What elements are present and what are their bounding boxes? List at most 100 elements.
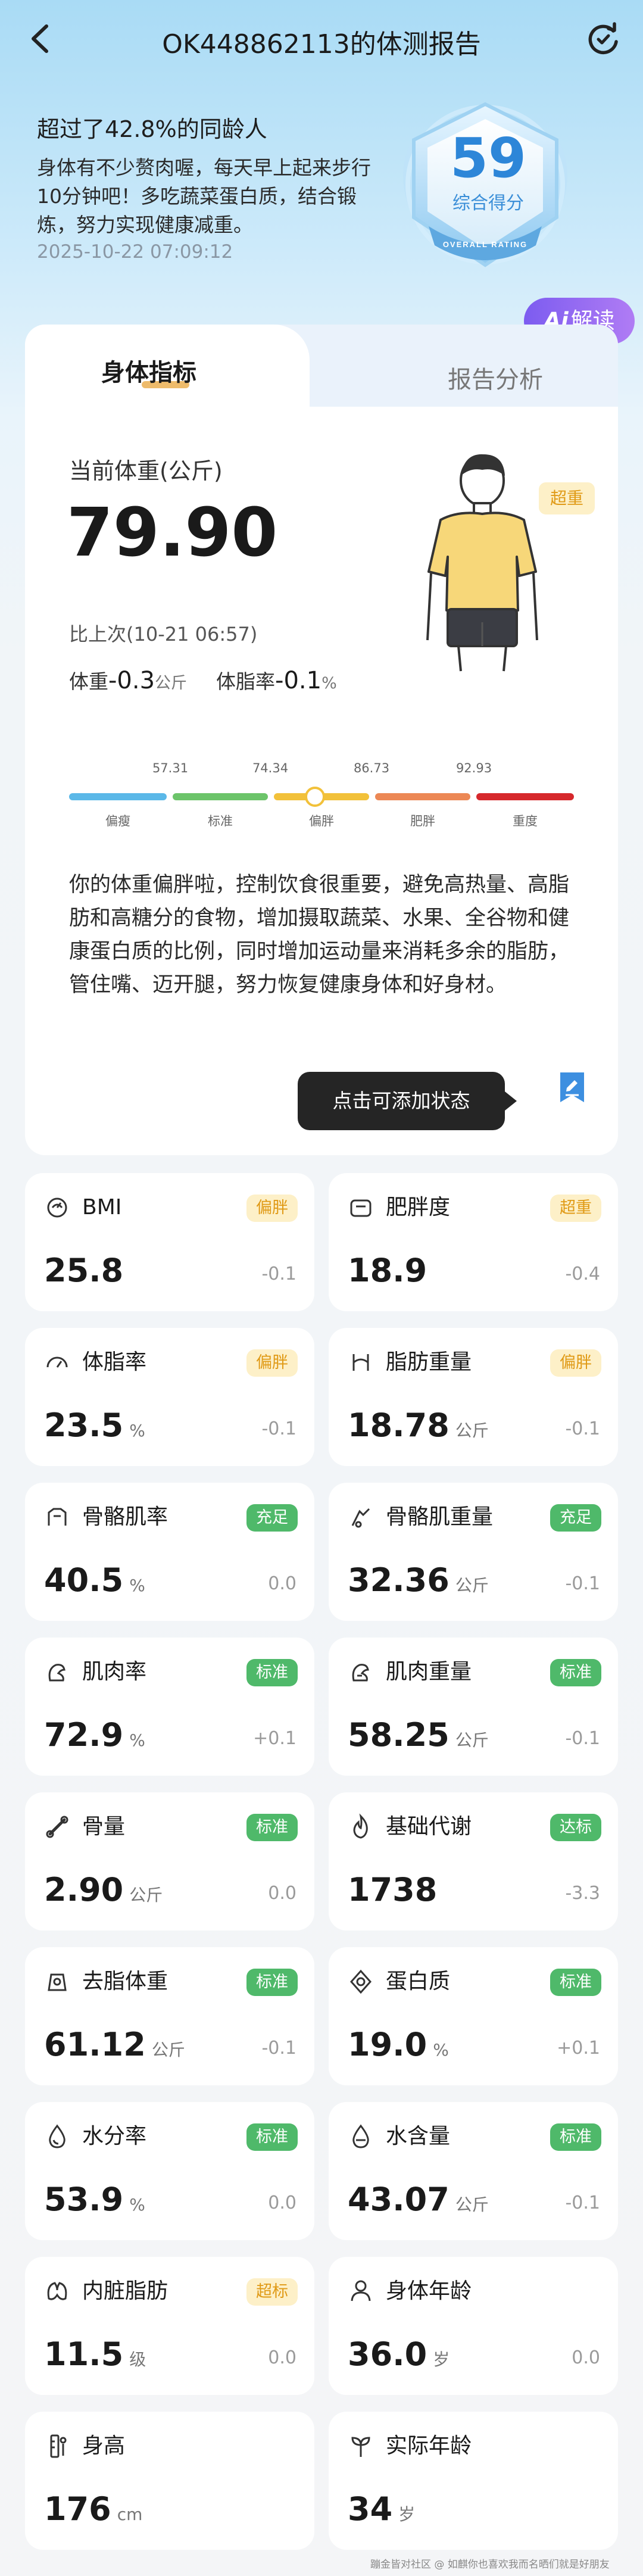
metric-value: 43.07 — [348, 2181, 450, 2218]
add-status-tooltip[interactable]: 点击可添加状态 — [298, 1072, 505, 1130]
tooltip-arrow — [505, 1091, 517, 1111]
metric-value: 40.5 — [44, 1561, 124, 1599]
metric-name: 蛋白质 — [386, 1969, 451, 1994]
metric-card[interactable]: 实际年龄 34 岁 — [329, 2412, 618, 2550]
metric-card[interactable]: 身高 176 cm — [25, 2412, 314, 2550]
metric-value-wrap: 43.07 公斤 — [348, 2181, 489, 2224]
metric-value: 61.12 — [44, 2026, 146, 2063]
refresh-icon[interactable] — [582, 18, 624, 60]
metric-value: 11.5 — [44, 2335, 124, 2373]
peer-comparison-headline: 超过了42.8%的同龄人 — [37, 116, 267, 142]
metric-delta: 0.0 — [268, 1883, 296, 1904]
edit-note-icon[interactable] — [557, 1070, 588, 1105]
metric-name: 实际年龄 — [386, 2434, 472, 2458]
scale-tick: 74.34 — [252, 761, 289, 775]
metric-card[interactable]: 内脏脂肪 超标 11.5 级 0.0 — [25, 2257, 314, 2395]
metric-status-badge: 标准 — [246, 1969, 298, 1996]
scale-segment-obese — [375, 793, 470, 800]
organ-icon — [47, 2282, 67, 2300]
metric-delta: -0.1 — [261, 1418, 296, 1439]
gauge-icon — [46, 1356, 68, 1368]
tab-report-analysis[interactable]: 报告分析 — [448, 360, 543, 395]
metric-card[interactable]: 肥胖度 超重 18.9 -0.4 — [329, 1173, 618, 1311]
metric-value: 23.5 — [44, 1406, 124, 1444]
metric-unit: 公斤 — [455, 1421, 489, 1440]
metric-card[interactable]: 脂肪重量 偏胖 18.78 公斤 -0.1 — [329, 1328, 618, 1466]
compare-values: 体重-0.3公斤 体脂率-0.1% — [69, 666, 337, 694]
metric-name: 肌肉率 — [82, 1660, 147, 1684]
metric-value-wrap: 34 岁 — [348, 2490, 415, 2534]
fat-delta-unit: % — [322, 674, 337, 693]
back-arrow-icon[interactable] — [23, 18, 58, 60]
scale-segment-thin — [69, 793, 167, 800]
metric-card[interactable]: 水含量 标准 43.07 公斤 -0.1 — [329, 2102, 618, 2240]
tab-body-metrics-label[interactable]: 身体指标 — [101, 353, 196, 388]
svg-text:OVERALL RATING: OVERALL RATING — [443, 240, 527, 249]
analysis-text: 你的体重偏胖啦，控制饮食很重要，避免高热量、高脂肪和高糖分的食物，增加摄取蔬菜、… — [69, 873, 570, 997]
metric-value-wrap: 36.0 岁 — [348, 2335, 450, 2379]
metric-value-wrap: 18.9 — [348, 1252, 427, 1290]
weight-status-badge: 超重 — [539, 482, 595, 514]
metric-value: 19.0 — [348, 2026, 427, 2063]
scale-label: 重度 — [513, 814, 538, 828]
metric-delta: -0.1 — [261, 2038, 296, 2059]
metric-card[interactable]: 肌肉率 标准 72.9% +0.1 — [25, 1638, 314, 1776]
metric-value-wrap: 32.36 公斤 — [348, 1561, 489, 1605]
metric-value: 32.36 — [348, 1561, 450, 1599]
metric-card[interactable]: 去脂体重 标准 61.12 公斤 -0.1 — [25, 1947, 314, 2085]
scale-label: 标准 — [208, 814, 233, 828]
metric-card[interactable]: 骨量 标准 2.90 公斤 0.0 — [25, 1792, 314, 1931]
metric-status-badge: 达标 — [550, 1814, 601, 1841]
current-weight-label: 当前体重(公斤) — [69, 458, 223, 484]
metric-unit: 公斤 — [151, 2040, 185, 2060]
metric-card[interactable]: 基础代谢 达标 1738 -3.3 — [329, 1792, 618, 1931]
metric-card[interactable]: 蛋白质 标准 19.0% +0.1 — [329, 1947, 618, 2085]
report-date: 2025-10-22 07:09:12 — [37, 241, 233, 263]
metric-status-badge: 超重 — [550, 1195, 601, 1222]
person-icon — [351, 2280, 371, 2301]
metric-card[interactable]: BMI 偏胖 25.8 -0.1 — [25, 1173, 314, 1311]
metric-card[interactable]: 体脂率 偏胖 23.5% -0.1 — [25, 1328, 314, 1466]
metric-value-wrap: 58.25 公斤 — [348, 1716, 489, 1760]
metric-unit: % — [129, 1576, 145, 1595]
metric-value: 53.9 — [44, 2181, 124, 2218]
scale-label: 肥胖 — [410, 814, 435, 828]
metric-value-wrap: 18.78 公斤 — [348, 1406, 489, 1450]
metric-card[interactable]: 骨骼肌重量 充足 32.36 公斤 -0.1 — [329, 1483, 618, 1621]
metric-value-wrap: 2.90 公斤 — [44, 1871, 163, 1914]
metric-name: 肌肉重量 — [386, 1660, 472, 1684]
arm-weight-icon — [352, 1664, 369, 1682]
metric-delta: +0.1 — [557, 2038, 600, 2059]
metric-value: 25.8 — [44, 1252, 124, 1289]
metric-value: 34 — [348, 2490, 393, 2528]
scale-tick: 86.73 — [353, 761, 390, 775]
metric-delta: +0.1 — [253, 1728, 296, 1749]
metric-value: 176 — [44, 2490, 111, 2528]
metric-delta: 0.0 — [268, 1573, 296, 1594]
metric-card[interactable]: 肌肉重量 标准 58.25 公斤 -0.1 — [329, 1638, 618, 1776]
scale-tick: 57.31 — [152, 761, 189, 775]
scale-segment-severe — [476, 793, 574, 800]
metric-value: 18.9 — [348, 1252, 427, 1289]
metric-value: 72.9 — [44, 1716, 124, 1754]
metric-card[interactable]: 身体年龄 36.0 岁 0.0 — [329, 2257, 618, 2395]
weight-delta-label: 体重 — [69, 670, 108, 693]
metric-name: 去脂体重 — [82, 1969, 168, 1994]
metric-status-badge: 偏胖 — [550, 1349, 601, 1377]
overall-score: 59 — [450, 126, 527, 190]
metric-card[interactable]: 骨骼肌率 充足 40.5% 0.0 — [25, 1483, 314, 1621]
scale-tick: 92.93 — [455, 761, 492, 775]
metric-name: 基础代谢 — [386, 1814, 472, 1839]
metric-value-wrap: 40.5% — [44, 1561, 145, 1605]
metric-unit: cm — [117, 2505, 143, 2524]
scale-label: 偏胖 — [309, 814, 334, 828]
metric-unit: % — [433, 2040, 449, 2060]
metric-card[interactable]: 水分率 标准 53.9% 0.0 — [25, 2102, 314, 2240]
metric-name: 骨骼肌重量 — [386, 1505, 494, 1529]
arm-icon — [48, 1664, 65, 1682]
metric-unit: 公斤 — [455, 2195, 489, 2215]
weight-delta: -0.3 — [108, 667, 155, 694]
metric-name: 体脂率 — [82, 1350, 147, 1374]
metric-status-badge: 标准 — [246, 2123, 298, 2151]
metric-delta: -0.1 — [565, 1573, 600, 1594]
